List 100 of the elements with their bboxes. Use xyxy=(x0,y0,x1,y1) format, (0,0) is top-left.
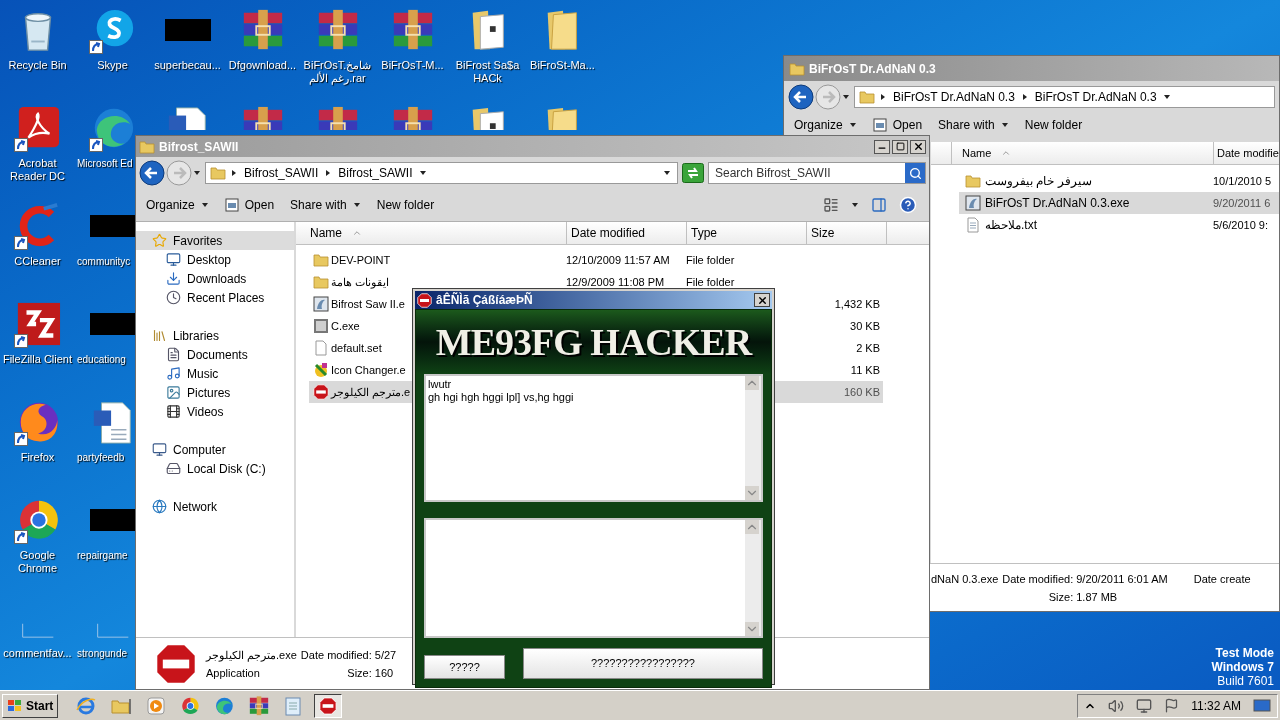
file-name: مترجم الكيلوجر.exe xyxy=(206,647,297,664)
browser-icon[interactable] xyxy=(180,695,201,716)
caret-icon[interactable] xyxy=(418,169,427,177)
redacted-icon[interactable] xyxy=(89,312,136,336)
file-name: Bifrost Saw II.e xyxy=(331,296,405,312)
address-bar[interactable]: BiFrOsT Dr.AdNaN 0.3 BiFrOsT Dr.AdNaN 0.3 xyxy=(854,85,1275,108)
icon-label[interactable]: BiFroSt-Ma... xyxy=(525,59,600,72)
redacted-icon[interactable] xyxy=(164,18,211,42)
nav-item[interactable]: Local Disk (C:) xyxy=(136,459,294,478)
history-caret-icon[interactable] xyxy=(193,169,201,177)
address-caret-icon[interactable] xyxy=(663,169,671,177)
preview-pane-icon[interactable] xyxy=(871,197,887,213)
nav-label: Documents xyxy=(187,346,248,364)
maximize-button[interactable] xyxy=(892,139,908,154)
redacted-icon[interactable] xyxy=(89,214,136,238)
close-button[interactable] xyxy=(910,139,926,154)
icon-label[interactable]: Dfgownload... xyxy=(225,59,300,72)
toolbar-button[interactable]: Organize xyxy=(146,196,209,214)
column-header[interactable]: Date modified xyxy=(567,222,687,244)
help-icon[interactable] xyxy=(899,196,917,214)
toolbar-button[interactable]: Open xyxy=(224,196,275,214)
nav-item[interactable]: Downloads xyxy=(136,269,294,288)
nav-item[interactable]: Music xyxy=(136,364,294,383)
network-icon[interactable] xyxy=(1136,697,1153,714)
flag-icon[interactable] xyxy=(1164,698,1180,713)
file-name: C.exe xyxy=(331,318,360,334)
file-size: 30 KB xyxy=(850,318,880,334)
column-header[interactable]: Size xyxy=(807,222,887,244)
column-header[interactable]: Date modifie xyxy=(1213,142,1279,164)
icon-label[interactable]: repairgame xyxy=(77,549,128,562)
toolbar-button[interactable]: Open xyxy=(872,116,923,134)
nav-item[interactable]: Network xyxy=(136,497,294,516)
toolbar-button[interactable]: Organize xyxy=(794,116,857,134)
caret-icon[interactable] xyxy=(1020,92,1029,101)
tool-icon xyxy=(313,362,329,378)
icon-label[interactable]: educationg xyxy=(77,353,126,366)
icon-label[interactable]: superbecau... xyxy=(150,59,225,72)
toolbar-button[interactable]: New folder xyxy=(376,196,435,214)
view-icon[interactable] xyxy=(823,197,839,213)
archive-icon[interactable] xyxy=(248,694,271,717)
close-button[interactable] xyxy=(754,293,770,307)
nav-item[interactable]: Computer xyxy=(136,440,294,459)
icon-label[interactable]: communityc xyxy=(77,255,131,268)
minimize-button[interactable] xyxy=(874,139,890,154)
back-button[interactable] xyxy=(139,160,165,186)
column-header[interactable]: Type xyxy=(687,222,807,244)
dialog-button[interactable]: ????? xyxy=(424,655,505,679)
toolbar-button[interactable]: Share with xyxy=(938,116,1009,134)
column-header[interactable]: Name xyxy=(296,222,567,244)
icon-label[interactable]: commentfav... xyxy=(0,647,75,660)
breadcrumb-item[interactable]: BiFrOsT Dr.AdNaN 0.3 xyxy=(1034,87,1157,106)
nav-item[interactable]: Videos xyxy=(136,402,294,421)
start-button[interactable]: Start xyxy=(2,693,59,718)
icon-label[interactable]: CCleaner xyxy=(0,255,75,268)
show-desktop-button[interactable] xyxy=(1253,697,1271,714)
caret-icon[interactable] xyxy=(879,92,887,101)
file-date: 10/1/2010 5 xyxy=(1213,173,1272,189)
icon-label[interactable]: Google Chrome xyxy=(0,549,75,575)
toolbar-button[interactable]: Share with xyxy=(290,196,361,214)
nav-item[interactable]: Libraries xyxy=(136,326,294,345)
icon-label[interactable]: Recycle Bin xyxy=(0,59,75,72)
icon-label[interactable]: Microsoft Ed xyxy=(77,157,133,170)
icon-label[interactable]: BiFrost Sa$a HACk xyxy=(450,59,525,85)
breadcrumb-item[interactable]: Bifrost_SAWII xyxy=(338,164,413,182)
caret-icon[interactable] xyxy=(230,169,238,177)
icon-label[interactable]: BiFrOsT-M... xyxy=(375,59,450,72)
os-notice: Build 7601 xyxy=(1217,674,1274,688)
caret-icon[interactable] xyxy=(1162,92,1171,101)
icon-label[interactable]: strongunde xyxy=(77,647,128,660)
icon-label[interactable]: FileZilla Client xyxy=(0,353,75,366)
icon-label[interactable]: Firefox xyxy=(0,451,75,464)
nav-item[interactable]: Recent Places xyxy=(136,288,294,307)
icon-label[interactable]: Skype xyxy=(75,59,150,72)
detail-value: 1.87 MB xyxy=(1076,589,1119,605)
detail-label: Date modified: xyxy=(1002,571,1074,587)
search-button[interactable] xyxy=(905,163,925,183)
nav-item[interactable]: Desktop xyxy=(136,250,294,269)
file-row[interactable]: BiFrOsT Dr.AdNaN 0.3.exe 9/20/2011 6 xyxy=(959,192,1279,214)
dialog-button[interactable]: ????????????????? xyxy=(523,648,763,679)
refresh-button[interactable] xyxy=(682,163,704,183)
nav-item[interactable]: Pictures xyxy=(136,383,294,402)
back-button[interactable] xyxy=(788,83,814,110)
task-button[interactable] xyxy=(314,693,343,718)
view-caret-icon[interactable] xyxy=(851,201,859,209)
file-name: default.set xyxy=(331,340,382,356)
nav-item[interactable]: Documents xyxy=(136,345,294,364)
breadcrumb-item[interactable]: Bifrost_SAWII xyxy=(244,164,319,182)
toolbar-button[interactable]: New folder xyxy=(1024,116,1083,134)
redacted-icon[interactable] xyxy=(89,508,136,532)
icon-label[interactable]: Acrobat Reader DC xyxy=(0,157,75,183)
breadcrumb-item[interactable]: BiFrOsT Dr.AdNaN 0.3 xyxy=(893,87,1015,106)
clock[interactable]: 11:32 AM xyxy=(1191,696,1241,715)
nav-item[interactable]: Favorites xyxy=(136,231,294,250)
icon-label[interactable]: partyfeedb xyxy=(77,451,125,464)
column-header[interactable]: Name xyxy=(951,142,1213,164)
address-bar[interactable]: Bifrost_SAWII Bifrost_SAWII xyxy=(205,162,678,184)
speaker-icon[interactable] xyxy=(1108,697,1125,714)
icon-label[interactable]: BiFrOsT.شامخ رغم الألم.rar xyxy=(300,59,375,85)
search-field[interactable]: Search Bifrost_SAWII xyxy=(708,162,926,184)
sort-caret-icon xyxy=(352,228,362,238)
